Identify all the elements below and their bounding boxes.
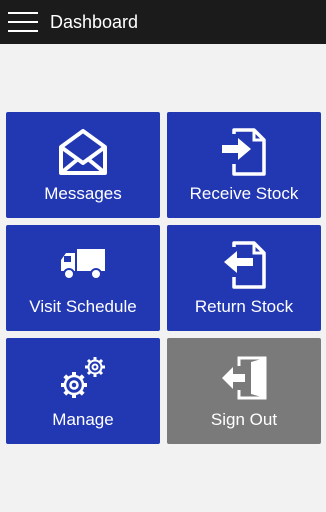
visit-schedule-tile[interactable]: Visit Schedule [6,225,160,331]
document-arrow-in-icon [220,126,268,178]
manage-tile[interactable]: Manage [6,338,160,444]
sign-out-tile[interactable]: Sign Out [167,338,321,444]
gears-icon [59,352,107,404]
sign-out-label: Sign Out [210,410,278,429]
dashboard-grid: Messages Receive Stock Visit Schedule Re… [6,112,322,444]
return-stock-label: Return Stock [194,297,294,316]
delivery-truck-icon [59,239,107,291]
app-bar: Dashboard [0,0,326,44]
messages-label: Messages [44,184,122,203]
envelope-open-icon [58,126,108,178]
page-title: Dashboard [50,11,139,32]
messages-tile[interactable]: Messages [6,112,160,218]
manage-label: Manage [52,410,114,429]
receive-stock-label: Receive Stock [189,184,299,203]
return-stock-tile[interactable]: Return Stock [167,225,321,331]
door-exit-icon [221,352,267,404]
menu-button[interactable] [0,0,46,44]
hamburger-menu-icon [8,12,38,32]
receive-stock-tile[interactable]: Receive Stock [167,112,321,218]
document-arrow-out-icon [220,239,268,291]
visit-schedule-label: Visit Schedule [29,297,137,316]
